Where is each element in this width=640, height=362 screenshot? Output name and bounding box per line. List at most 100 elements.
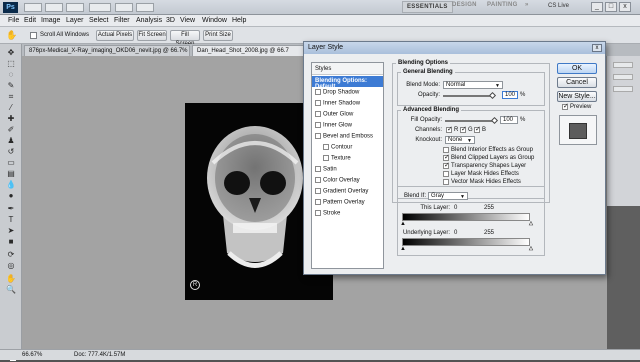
style-item[interactable]: Inner Shadow	[312, 98, 383, 109]
3d-orbit-tool-icon[interactable]: ◎	[5, 261, 17, 270]
tab-headshot[interactable]: Dan_Head_Shot_2008.jpg @ 66.7	[192, 45, 304, 56]
panel-icon-3[interactable]	[613, 86, 633, 92]
style-item-checkbox[interactable]	[323, 155, 329, 161]
menu-image[interactable]: Image	[41, 17, 60, 24]
crop-tool-icon[interactable]: ⌗	[5, 92, 17, 101]
style-item[interactable]: Drop Shadow	[312, 87, 383, 98]
channel-r-checkbox[interactable]	[446, 125, 453, 133]
workspace-essentials[interactable]: ESSENTIALS	[402, 1, 453, 13]
move-tool-icon[interactable]: ✥	[5, 48, 17, 57]
channel-b-checkbox[interactable]	[474, 125, 481, 133]
menu-layer[interactable]: Layer	[66, 17, 84, 24]
quick-select-tool-icon[interactable]: ✎	[5, 81, 17, 90]
opacity-input[interactable]: 100	[502, 91, 518, 99]
style-item[interactable]: Pattern Overlay	[312, 197, 383, 208]
hand-tool-button[interactable]	[115, 3, 133, 12]
gradient-tool-icon[interactable]: ▤	[5, 169, 17, 178]
underlying-layer-gradient[interactable]	[402, 238, 530, 246]
minibridge-button[interactable]	[45, 3, 63, 12]
arrange-documents-button[interactable]	[136, 3, 154, 12]
this-layer-white-slider[interactable]: ▲	[528, 221, 534, 228]
brush-tool-icon[interactable]: ✐	[5, 125, 17, 134]
style-item[interactable]: Contour	[312, 142, 383, 153]
menu-help[interactable]: Help	[232, 17, 246, 24]
minimize-button[interactable]: _	[591, 2, 603, 12]
menu-filter[interactable]: Filter	[114, 17, 130, 24]
path-selection-tool-icon[interactable]: ➤	[5, 226, 17, 235]
menu-3d[interactable]: 3D	[166, 17, 175, 24]
style-item-checkbox[interactable]	[323, 144, 329, 150]
style-item[interactable]: Satin	[312, 164, 383, 175]
preview-checkbox[interactable]	[562, 102, 569, 110]
ok-button[interactable]: OK	[557, 63, 597, 74]
zoom-readout[interactable]: 66.67%	[22, 352, 42, 358]
panel-icon-1[interactable]	[613, 62, 633, 68]
type-tool-icon[interactable]: T	[5, 215, 17, 224]
print-size-button[interactable]: Print Size	[203, 30, 233, 41]
style-item[interactable]: Blending Options: Default	[312, 76, 383, 90]
channel-g-checkbox[interactable]	[460, 125, 467, 133]
style-item-checkbox[interactable]	[315, 166, 321, 172]
workspace-painting[interactable]: PAINTING	[487, 2, 518, 8]
advanced-option-checkbox[interactable]	[443, 161, 450, 169]
style-item[interactable]: Outer Glow	[312, 109, 383, 120]
history-brush-tool-icon[interactable]: ↺	[5, 147, 17, 156]
fill-opacity-slider[interactable]	[445, 120, 495, 122]
fit-screen-button[interactable]: Fit Screen	[137, 30, 167, 41]
blend-if-select[interactable]: Gray ▼	[428, 192, 468, 200]
dialog-close-button[interactable]: x	[592, 44, 602, 52]
opacity-slider[interactable]	[443, 95, 493, 97]
this-layer-gradient[interactable]	[402, 213, 530, 221]
lasso-tool-icon[interactable]: ◌	[5, 70, 17, 79]
maximize-button[interactable]: □	[605, 2, 617, 12]
marquee-tool-icon[interactable]: ⬚	[5, 59, 17, 68]
menu-file[interactable]: File	[8, 17, 19, 24]
bridge-button[interactable]	[24, 3, 42, 12]
styles-header[interactable]: Styles	[312, 63, 383, 75]
zoom-level-dropdown[interactable]	[89, 3, 111, 12]
fill-screen-button[interactable]: Fill Screen	[170, 30, 200, 47]
style-item[interactable]: Texture	[312, 153, 383, 164]
style-item-checkbox[interactable]	[315, 177, 321, 183]
3d-rotate-tool-icon[interactable]: ⟳	[5, 250, 17, 259]
clone-stamp-tool-icon[interactable]: ♟	[5, 136, 17, 145]
fill-opacity-input[interactable]: 100	[500, 116, 518, 124]
style-item[interactable]: Color Overlay	[312, 175, 383, 186]
blend-mode-select[interactable]: Normal ▼	[443, 81, 503, 89]
workspace-more[interactable]: »	[525, 2, 529, 8]
menu-select[interactable]: Select	[89, 17, 108, 24]
underlying-white-slider[interactable]: ▲	[528, 246, 534, 253]
eyedropper-tool-icon[interactable]: ⁄	[5, 103, 17, 112]
underlying-black-slider[interactable]: ▲	[400, 246, 406, 252]
cancel-button[interactable]: Cancel	[557, 77, 597, 88]
style-item-checkbox[interactable]	[315, 100, 321, 106]
style-item-checkbox[interactable]	[315, 89, 321, 95]
hand-tool-icon[interactable]: ✋	[5, 274, 17, 283]
menu-analysis[interactable]: Analysis	[136, 17, 162, 24]
pen-tool-icon[interactable]: ✒	[5, 204, 17, 213]
style-item[interactable]: Gradient Overlay	[312, 186, 383, 197]
eraser-tool-icon[interactable]: ▭	[5, 158, 17, 167]
close-button[interactable]: x	[619, 2, 631, 12]
panel-icon-2[interactable]	[613, 74, 633, 80]
healing-tool-icon[interactable]: ✚	[5, 114, 17, 123]
zoom-tool-icon[interactable]: 🔍	[5, 285, 17, 294]
style-item[interactable]: Stroke	[312, 208, 383, 219]
blur-tool-icon[interactable]: 💧	[5, 180, 17, 189]
style-item[interactable]: Inner Glow	[312, 120, 383, 131]
tab-xray[interactable]: 876px-Medical_X-Ray_imaging_OKD06_nevit.…	[24, 45, 190, 56]
menu-window[interactable]: Window	[202, 17, 227, 24]
dodge-tool-icon[interactable]: ●	[5, 191, 17, 200]
style-item-checkbox[interactable]	[315, 199, 321, 205]
cs-live-button[interactable]: CS Live	[548, 3, 569, 9]
style-item-checkbox[interactable]	[315, 133, 321, 139]
style-item[interactable]: Bevel and Emboss	[312, 131, 383, 142]
this-layer-black-slider[interactable]: ▲	[400, 221, 406, 227]
style-item-checkbox[interactable]	[315, 111, 321, 117]
scroll-all-windows-checkbox[interactable]	[30, 32, 37, 39]
actual-pixels-button[interactable]: Actual Pixels	[96, 30, 134, 41]
advanced-option-checkbox[interactable]	[443, 171, 449, 177]
workspace-design[interactable]: DESIGN	[452, 2, 477, 8]
knockout-select[interactable]: None ▼	[445, 136, 475, 144]
view-extras-button[interactable]	[66, 3, 84, 12]
